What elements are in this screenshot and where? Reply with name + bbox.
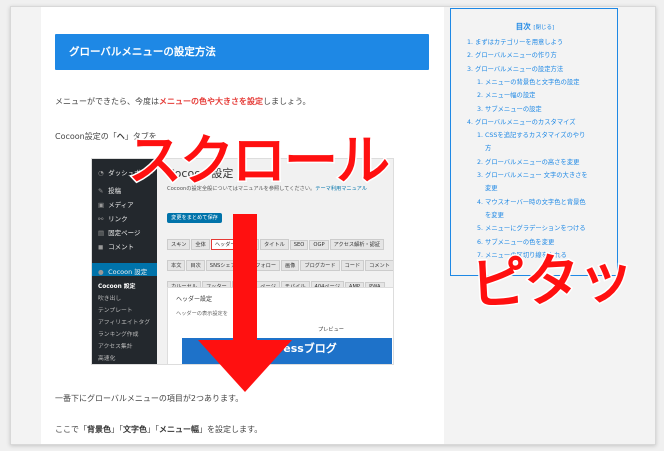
- section-heading: グローバルメニューの設定方法: [55, 34, 429, 70]
- settings-tab: SNSフォロー: [240, 260, 281, 271]
- settings-tab: 画像: [281, 260, 300, 271]
- settings-tab: OGP: [309, 240, 329, 250]
- settings-tab: 目次: [186, 260, 205, 271]
- toc-item[interactable]: 3. グローバルメニュー 文字の大きさを: [477, 171, 588, 180]
- wp-menu-media: ▣ メディア: [98, 201, 134, 209]
- wp-menu-comments: ◼ コメント: [98, 243, 135, 251]
- toc-item[interactable]: 4. グローバルメニューのカスタマイズ: [467, 118, 576, 127]
- toc-item[interactable]: 4. マウスオーバー時の文字色と背景色: [477, 198, 586, 207]
- toc-item[interactable]: 5. メニューにグラデーションをつける: [477, 224, 586, 233]
- toc-item[interactable]: 2. メニュー幅の設定: [477, 91, 535, 100]
- settings-tab: スキン: [167, 239, 191, 250]
- cocoon-icon: ●: [98, 268, 104, 276]
- comment-icon: ◼: [98, 243, 104, 251]
- overlay-scroll-text: スクロール: [127, 128, 392, 194]
- toc-item[interactable]: 1. まずはカテゴリーを用意しよう: [467, 38, 563, 47]
- settings-tab: 広告: [240, 239, 259, 250]
- save-button: 変更をまとめて保存: [167, 213, 222, 223]
- paragraph-settings: ここで「背景色」「文字色」「メニュー幅」を設定します。: [55, 425, 263, 434]
- settings-tab: ヘッダー: [210, 239, 240, 250]
- toc-item[interactable]: 2. グローバルメニューの作り方: [467, 51, 557, 60]
- settings-tab: SEO: [289, 240, 309, 250]
- settings-tab: タイトル: [259, 239, 289, 250]
- panel-heading: ヘッダー設定: [176, 296, 213, 303]
- settings-tab: SNSシェア: [205, 260, 240, 271]
- toc-item[interactable]: 1. CSSを追記するカスタマイズのやり: [477, 131, 585, 140]
- toc-item[interactable]: 1. メニューの背景色と文字色の設定: [477, 78, 579, 87]
- preview-banner: WordPressブログ: [182, 338, 392, 364]
- wp-menu-links: ⚯ リンク: [98, 215, 128, 223]
- media-icon: ▣: [98, 201, 105, 209]
- wp-submenu-item: アフィリエイトタグ: [98, 320, 151, 326]
- page-icon: ▤: [98, 229, 105, 237]
- article-content: グローバルメニューの設定方法 メニューができたら、今度はメニューの色や大きさを設…: [41, 7, 444, 444]
- highlight-text: メニューの色や大きさを設定: [159, 97, 263, 106]
- paragraph-intro: メニューができたら、今度はメニューの色や大きさを設定しましょう。: [55, 97, 311, 106]
- wp-submenu-item: 高速化: [98, 356, 116, 362]
- toc-item[interactable]: 3. サブメニューの設定: [477, 105, 542, 114]
- toc-item[interactable]: を変更: [485, 211, 504, 220]
- tab-row: 本文 目次 SNSシェア SNSフォロー 画像 ブログカード コード コメント: [167, 252, 393, 273]
- wp-submenu-item: アクセス集計: [98, 344, 133, 350]
- wp-menu-pages: ▤ 固定ページ: [98, 229, 141, 237]
- settings-tab: アクセス解析・認証: [329, 239, 385, 250]
- link-icon: ⚯: [98, 215, 104, 223]
- settings-tab: 本文: [167, 260, 186, 271]
- wp-submenu-item: Cocoon 設定: [98, 284, 136, 290]
- wp-submenu-item: ランキング作成: [98, 332, 139, 338]
- pin-icon: ✎: [98, 187, 104, 195]
- wp-submenu-item: 吹き出し: [98, 296, 122, 302]
- settings-tab: ブログカード: [300, 260, 340, 271]
- toc-item[interactable]: 2. グローバルメニューの高さを変更: [477, 158, 579, 167]
- settings-tab: コード: [340, 260, 365, 271]
- wp-menu-posts: ✎ 投稿: [98, 187, 122, 195]
- paragraph-bottom-items: 一番下にグローバルメニューの項目が2つあります。: [55, 394, 244, 403]
- wp-submenu-item: テンプレート: [98, 308, 133, 314]
- toc-item[interactable]: 方: [485, 144, 491, 153]
- overlay-sticky-text: ピタッ: [467, 243, 635, 319]
- dashboard-icon: ◔: [98, 169, 104, 177]
- settings-tab: 全体: [191, 239, 210, 250]
- toc-close-link[interactable]: [閉じる]: [533, 25, 554, 31]
- toc-item[interactable]: 変更: [485, 184, 498, 193]
- toc-title: 目次 [閉じる]: [515, 22, 555, 31]
- settings-tab: コメント: [365, 260, 393, 271]
- panel-description: ヘッダーの表示設定を: [176, 311, 228, 317]
- preview-label: プレビュー: [318, 327, 344, 333]
- left-gutter: [11, 7, 41, 444]
- toc-item[interactable]: 3. グローバルメニューの設定方法: [467, 65, 563, 74]
- tab-row: スキン 全体 ヘッダー 広告 タイトル SEO OGP アクセス解析・認証: [167, 231, 393, 252]
- wp-menu-cocoon: ● Cocoon 設定: [98, 268, 148, 276]
- header-settings-panel: ヘッダー設定 ヘッダーの表示設定を プレビュー WordPressブログ: [167, 287, 393, 364]
